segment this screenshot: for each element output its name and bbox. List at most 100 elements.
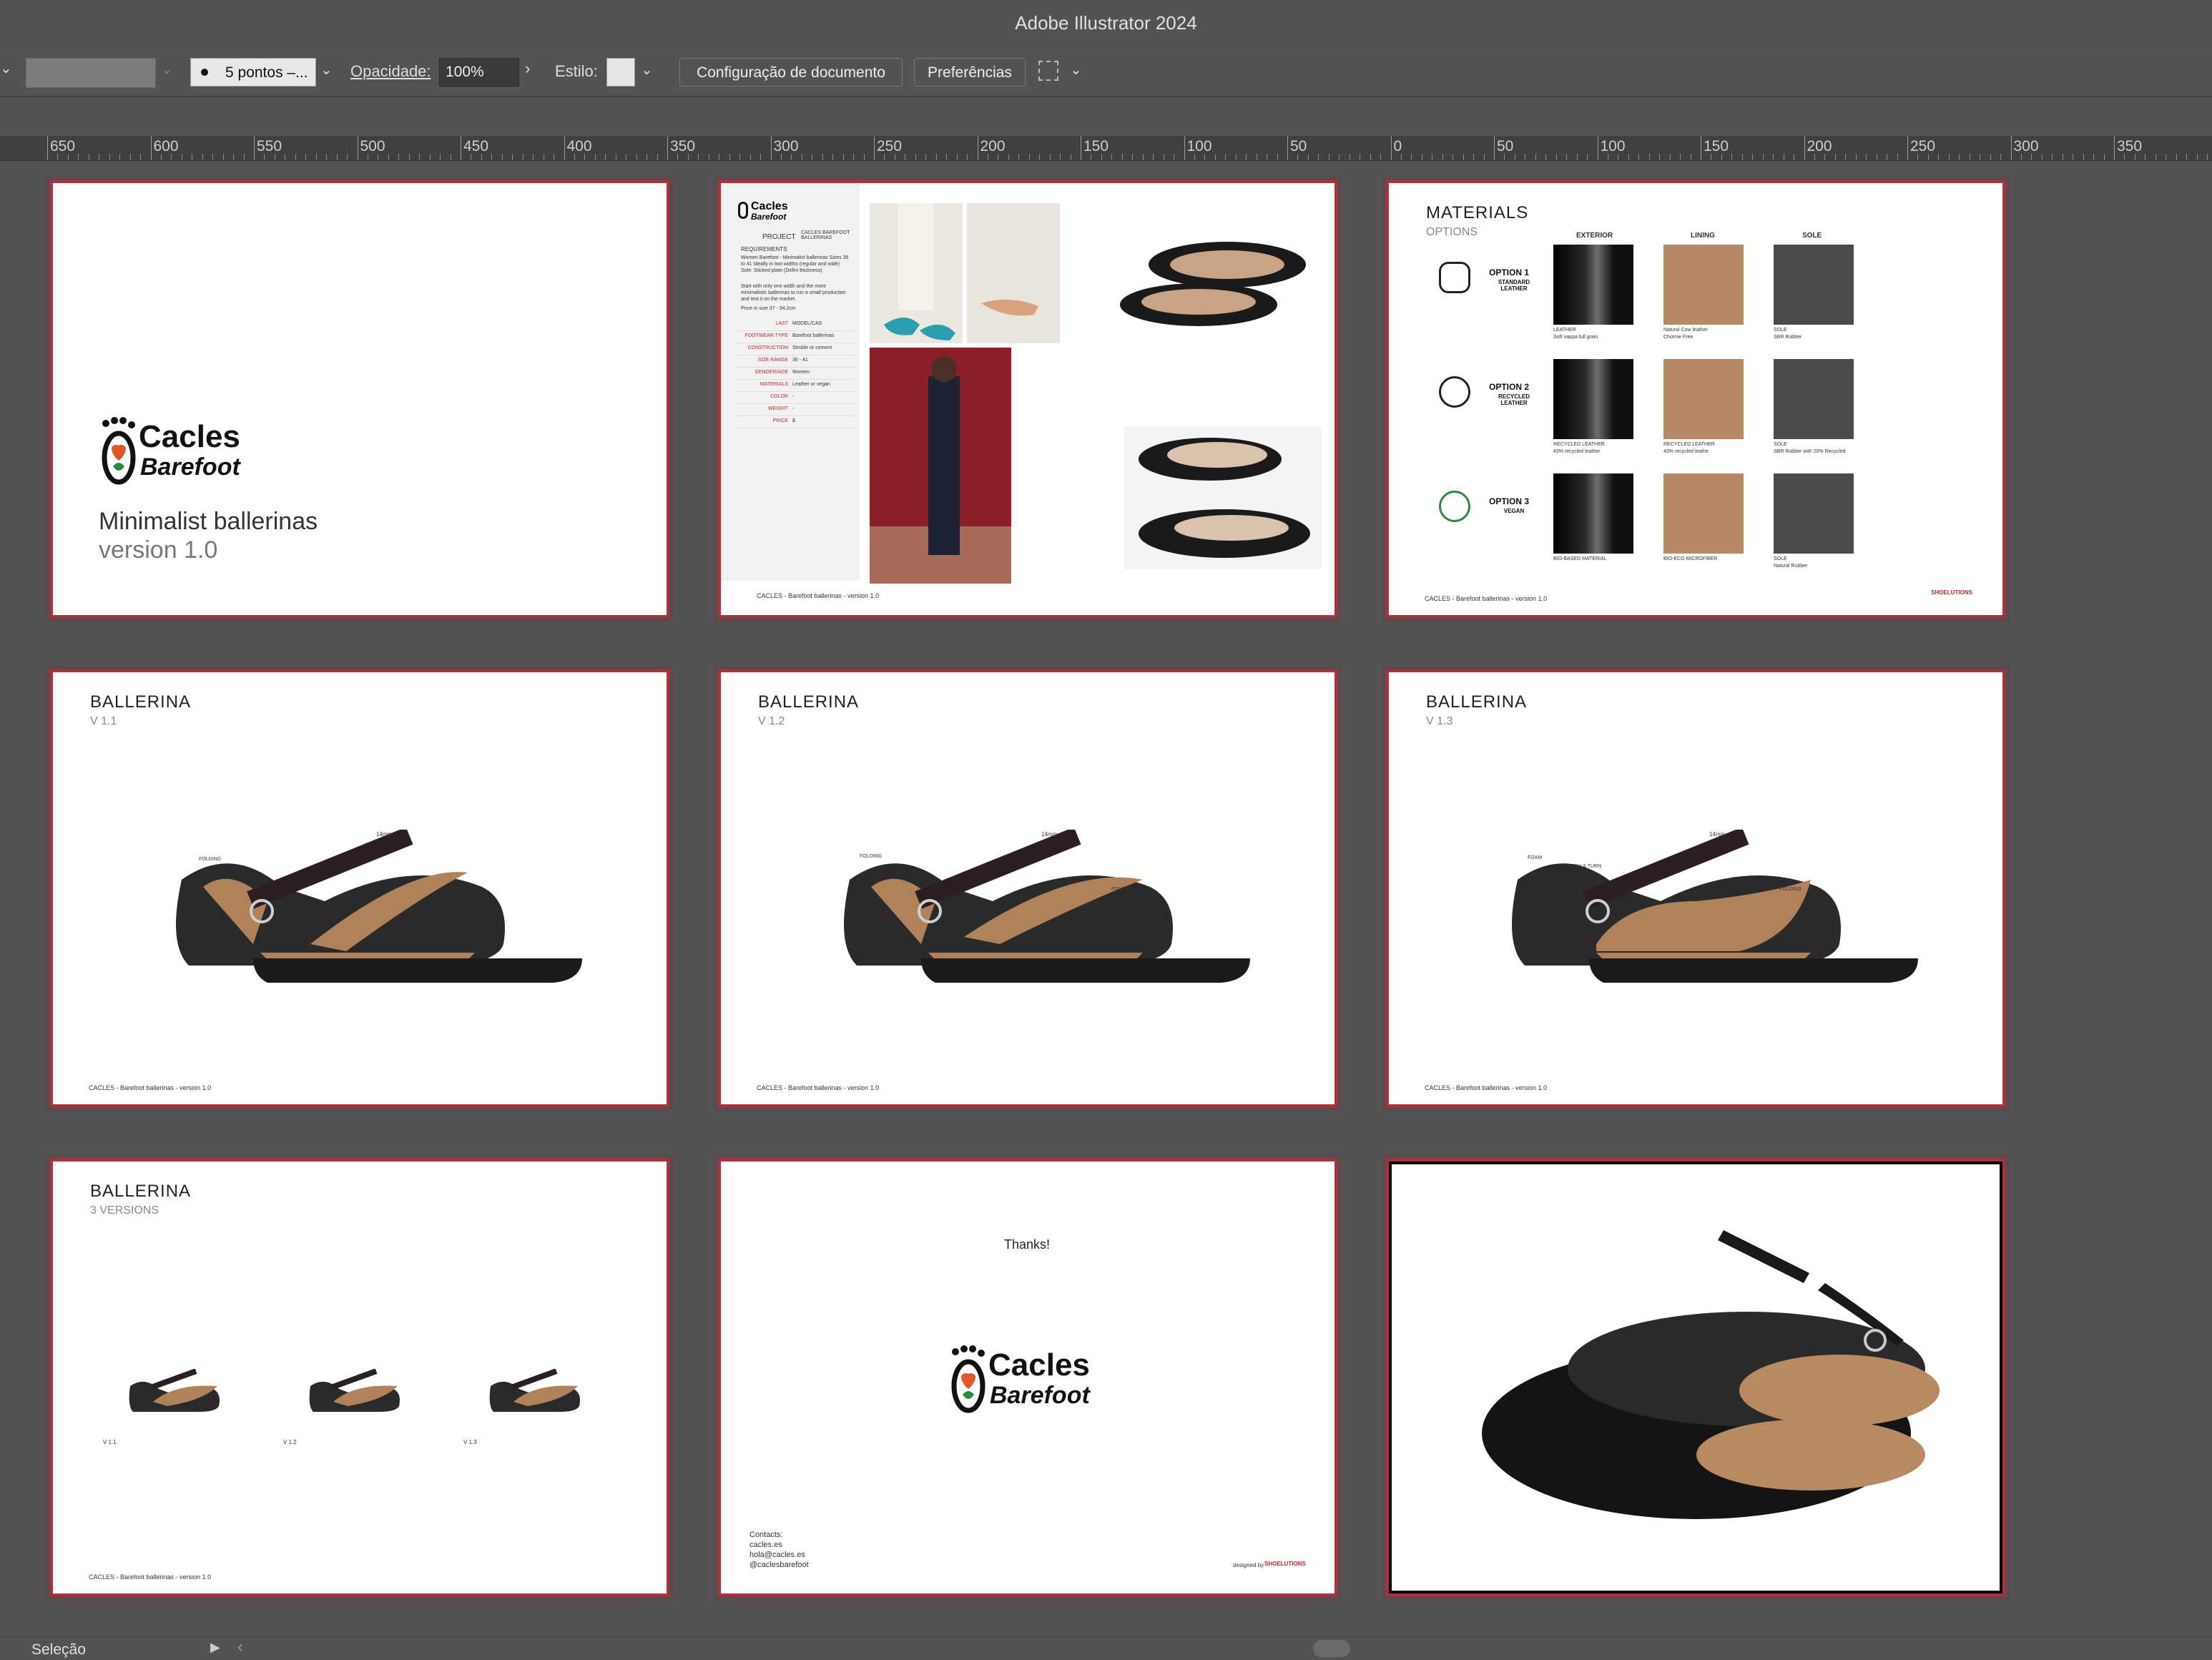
- ruler-minor-tick: [481, 154, 482, 160]
- spec-value: MODEL/CAS: [792, 321, 822, 326]
- artboard-brief[interactable]: Cacles Barefoot PROJECT CACLES BAREFOOT …: [718, 180, 1337, 618]
- ruler-minor-tick: [780, 154, 782, 160]
- footprint-logo-icon: [738, 202, 748, 219]
- ruler-minor-tick: [305, 154, 307, 160]
- spec-row: LAST MODEL/CAS: [735, 319, 855, 331]
- ruler-minor-tick: [408, 154, 410, 160]
- ruler-minor-tick: [1545, 154, 1547, 160]
- three-versions-subtitle: 3 VERSIONS: [90, 1204, 159, 1217]
- chevron-down-icon[interactable]: ⌄: [641, 61, 653, 79]
- ruler-minor-tick: [326, 154, 328, 160]
- artboard-v11[interactable]: BALLERINA V 1.1 FOLDING FOLDING 14mm CAC…: [50, 669, 669, 1107]
- ruler-minor-tick: [1927, 154, 1929, 160]
- ruler-minor-tick: [1142, 154, 1144, 160]
- horizontal-scrollbar-thumb[interactable]: [1313, 1640, 1350, 1657]
- panel-chevron[interactable]: ⌄: [0, 59, 12, 84]
- ruler-tick: [1494, 136, 1495, 160]
- spec-value: -: [792, 394, 795, 399]
- swatch-label: BIO-BASED MATERIAL: [1553, 556, 1607, 561]
- artboard-three-versions[interactable]: BALLERINA 3 VERSIONS V 1.1 V 1.2 V 1.3 CAC…: [50, 1159, 669, 1596]
- version-label: V 1.3: [463, 1439, 477, 1445]
- swatch-detail: SBR Rubber with 20% Recycled: [1774, 449, 1846, 454]
- ruler-tick: [770, 136, 772, 160]
- artboard-materials[interactable]: MATERIALS OPTIONS EXTERIOR LINING SOLE O…: [1386, 180, 2005, 618]
- version-label: V 1.1: [103, 1439, 117, 1445]
- footprint-logo-icon: [951, 1345, 985, 1413]
- swatch-sole: [1774, 359, 1854, 439]
- current-tool[interactable]: Seleção: [31, 1641, 86, 1659]
- chevron-left-icon[interactable]: ‹: [237, 1637, 243, 1657]
- ruler-minor-tick: [2031, 154, 2032, 160]
- play-icon[interactable]: ▶: [210, 1640, 220, 1655]
- spec-value: $: [792, 418, 795, 423]
- option-type: STANDARD LEATHER: [1498, 279, 1530, 292]
- ruler-minor-tick: [129, 154, 131, 160]
- ballerina-version: V 1.3: [1426, 715, 1453, 727]
- v11-footer: CACLES - Barefoot ballerinas - version 1…: [89, 1084, 212, 1091]
- spec-key: COLOR: [770, 394, 788, 399]
- ruler-minor-tick: [946, 154, 948, 160]
- spec-key: CONSTRUCTION: [747, 345, 788, 350]
- stroke-swatch[interactable]: [26, 58, 156, 88]
- annotation-folding-right: FOLDING: [1779, 887, 1802, 892]
- ruler-label: 500: [360, 138, 385, 154]
- ruler-minor-tick: [822, 154, 823, 160]
- ruler-minor-tick: [501, 154, 503, 160]
- col-sole: SOLE: [1802, 232, 1822, 240]
- chevron-down-icon[interactable]: ⌄: [1070, 61, 1082, 79]
- annotation-width: 14mm: [1041, 831, 1058, 838]
- preferences-button[interactable]: Preferências: [914, 58, 1026, 87]
- ruler-minor-tick: [1566, 154, 1568, 160]
- brush-dropdown[interactable]: 5 pontos –...: [190, 58, 316, 87]
- opacity-label[interactable]: Opacidade:: [350, 62, 431, 81]
- annotation-foam: FOAM: [1528, 855, 1543, 860]
- photo-feet-nude-shoes: [967, 203, 1060, 343]
- ruler-minor-tick: [760, 154, 762, 160]
- swatch-label: Natural Cow leather: [1663, 328, 1708, 333]
- ruler-minor-tick: [698, 154, 699, 160]
- arrange-icon[interactable]: [1038, 61, 1058, 81]
- chevron-down-icon[interactable]: ⌄: [320, 61, 333, 79]
- horizontal-ruler[interactable]: 650 600 550 500 450 400 350 300 250 200 150 100 50 0 5…: [0, 136, 2212, 161]
- artboard-photo-selected[interactable]: [1386, 1159, 2005, 1596]
- artboard-thanks[interactable]: Thanks! Cacles Barefoot Contacts: cacles…: [718, 1159, 1337, 1596]
- spec-row: PRICE $: [735, 416, 855, 428]
- ruler-minor-tick: [2083, 154, 2084, 160]
- project-value: CACLES BAREFOOT BALLERINAS: [801, 230, 850, 240]
- swatch-label: SOLE: [1774, 328, 1787, 333]
- ruler-minor-tick: [264, 154, 265, 160]
- artboard-v13[interactable]: BALLERINA V 1.3 FOAM STITCH & TURN CLOSE…: [1386, 669, 2005, 1107]
- style-swatch[interactable]: [606, 58, 635, 87]
- opacity-input[interactable]: [439, 58, 519, 87]
- ruler-minor-tick: [295, 154, 296, 160]
- ruler-minor-tick: [1277, 154, 1278, 160]
- ruler-minor-tick: [1855, 154, 1857, 160]
- ruler-minor-tick: [222, 154, 224, 160]
- ruler-minor-tick: [657, 154, 658, 160]
- document-setup-button[interactable]: Configuração de documento: [679, 58, 903, 87]
- spec-value: Women: [792, 370, 810, 375]
- ruler-minor-tick: [2124, 154, 2125, 160]
- ruler-minor-tick: [1680, 154, 1681, 160]
- ruler-label: 200: [980, 138, 1006, 154]
- ruler-minor-tick: [1246, 154, 1247, 160]
- ruler-label: 350: [2117, 138, 2143, 154]
- annotation-folding-right: FOLDING: [442, 887, 465, 892]
- chevron-down-icon[interactable]: ⌄: [162, 62, 172, 77]
- shoelutions-logo: SHOELUTIONS: [1931, 589, 1972, 596]
- artboard-v12[interactable]: BALLERINA V 1.2 FOLDING FOLDING 14mm CAC…: [718, 669, 1337, 1107]
- ruler-minor-tick: [347, 154, 348, 160]
- ruler-minor-tick: [2000, 154, 2002, 160]
- ruler-minor-tick: [533, 154, 534, 160]
- v12-footer: CACLES - Barefoot ballerinas - version 1…: [757, 1084, 880, 1091]
- artboard-cover[interactable]: Cacles Barefoot Minimalist ballerinas ve…: [50, 180, 669, 618]
- spec-value: 36 - 41: [792, 358, 808, 363]
- ruler-minor-tick: [78, 154, 79, 160]
- col-lining: LINING: [1691, 232, 1715, 240]
- ruler-minor-tick: [687, 154, 689, 160]
- ruler-minor-tick: [574, 154, 575, 160]
- ruler-minor-tick: [1028, 154, 1030, 160]
- brand-name: Cacles: [139, 419, 240, 454]
- ruler-label: 350: [670, 138, 696, 154]
- chevron-right-icon[interactable]: ›: [525, 59, 530, 78]
